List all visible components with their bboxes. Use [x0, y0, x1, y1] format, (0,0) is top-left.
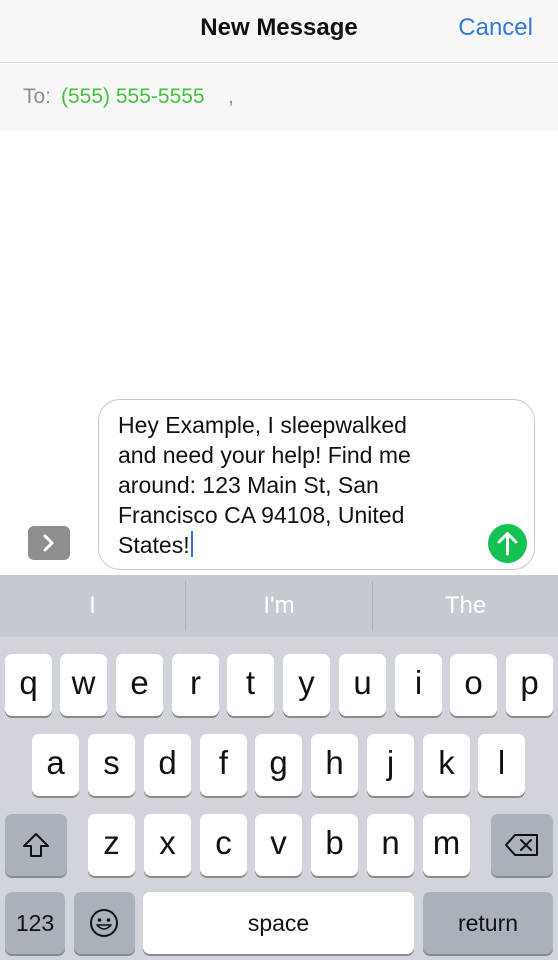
key-f[interactable]: f: [200, 734, 247, 796]
emoji-key[interactable]: [74, 892, 135, 954]
key-e[interactable]: e: [116, 654, 163, 716]
key-j[interactable]: j: [367, 734, 414, 796]
message-line-last: States!: [118, 530, 458, 560]
key-t[interactable]: t: [227, 654, 274, 716]
expand-apps-button[interactable]: [28, 526, 70, 560]
recipient-separator: ,: [228, 85, 234, 108]
key-h[interactable]: h: [311, 734, 358, 796]
key-d[interactable]: d: [144, 734, 191, 796]
key-k[interactable]: k: [423, 734, 470, 796]
numbers-key[interactable]: 123: [5, 892, 65, 954]
key-y[interactable]: y: [283, 654, 330, 716]
key-p[interactable]: p: [506, 654, 553, 716]
key-o[interactable]: o: [450, 654, 497, 716]
space-key[interactable]: space: [143, 892, 414, 954]
key-s[interactable]: s: [88, 734, 135, 796]
suggestion-item[interactable]: I'm: [186, 575, 372, 637]
message-line: and need your help! Find me: [118, 442, 411, 468]
key-c[interactable]: c: [200, 814, 247, 876]
suggestion-item[interactable]: The: [373, 575, 558, 637]
key-l[interactable]: l: [478, 734, 525, 796]
cancel-button[interactable]: Cancel: [458, 14, 533, 42]
arrow-up-icon: [497, 532, 518, 556]
predictive-bar: I I'm The: [0, 575, 558, 637]
key-n[interactable]: n: [367, 814, 414, 876]
text-cursor: [190, 531, 193, 557]
emoji-icon: [90, 909, 118, 937]
message-input[interactable]: Hey Example, I sleepwalked and need your …: [98, 399, 535, 570]
message-line: Francisco CA 94108, United: [118, 502, 405, 528]
key-v[interactable]: v: [255, 814, 302, 876]
to-field[interactable]: To: (555) 555-5555 ,: [0, 64, 558, 131]
key-a[interactable]: a: [32, 734, 79, 796]
return-key[interactable]: return: [423, 892, 553, 954]
message-line: around: 123 Main St, San: [118, 472, 379, 498]
key-r[interactable]: r: [172, 654, 219, 716]
key-g[interactable]: g: [255, 734, 302, 796]
delete-key[interactable]: [491, 814, 553, 876]
key-i[interactable]: i: [395, 654, 442, 716]
key-m[interactable]: m: [423, 814, 470, 876]
keyboard: I I'm The q w e r t y u i o p a s d f g …: [0, 575, 558, 960]
message-line: States!: [118, 532, 190, 558]
shift-key[interactable]: [5, 814, 67, 876]
message-text[interactable]: Hey Example, I sleepwalked and need your …: [118, 410, 458, 560]
backspace-icon: [505, 834, 538, 856]
key-b[interactable]: b: [311, 814, 358, 876]
to-label: To:: [23, 85, 52, 108]
navigation-bar: New Message Cancel: [0, 0, 558, 63]
send-button[interactable]: [488, 524, 527, 563]
chevron-right-icon: [43, 534, 54, 552]
shift-icon: [23, 833, 49, 857]
key-z[interactable]: z: [88, 814, 135, 876]
key-x[interactable]: x: [144, 814, 191, 876]
key-u[interactable]: u: [339, 654, 386, 716]
recipient-token[interactable]: (555) 555-5555: [61, 85, 205, 109]
message-line: Hey Example, I sleepwalked: [118, 412, 407, 438]
suggestion-item[interactable]: I: [0, 575, 185, 637]
key-q[interactable]: q: [5, 654, 52, 716]
key-w[interactable]: w: [60, 654, 107, 716]
